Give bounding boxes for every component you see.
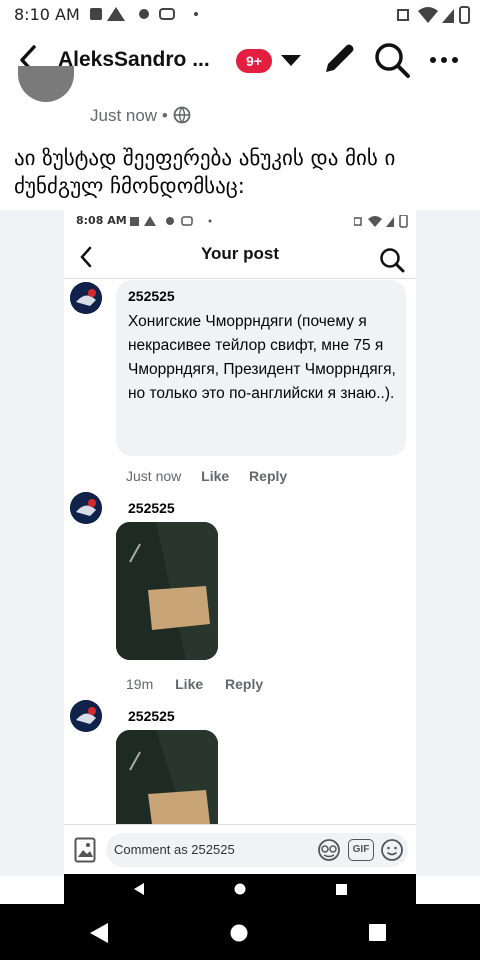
notification-icons	[90, 7, 198, 21]
embedded-status-bar: 8:08 AM	[64, 210, 416, 234]
comment-input: Comment as 252525 GIF	[106, 833, 408, 867]
embedded-nav-icons	[134, 883, 347, 895]
nav-back-icon[interactable]	[88, 922, 110, 944]
status-time: 8:10 AM	[14, 5, 80, 24]
post-time: Just now	[90, 106, 158, 125]
caret-down-icon[interactable]	[280, 52, 302, 68]
comment-actions: 19m Like Reply	[126, 676, 263, 692]
comment-placeholder: Comment as 252525	[114, 842, 235, 857]
embedded-system-icons	[354, 215, 408, 228]
commenter-avatar	[70, 700, 102, 732]
comment-author: 252525	[128, 288, 175, 304]
page-title[interactable]: AleksSandro ...	[58, 48, 210, 72]
commenter-avatar	[70, 492, 102, 524]
post-caption: აი ზუსტად შეეფერება ანუკის და მის ი ძუნძ…	[14, 146, 396, 198]
post-meta: Just now •	[90, 106, 191, 126]
comment-bubble: 252525 Хонигские Чморрндяги (почему я не…	[116, 280, 406, 456]
emoji-icon	[381, 839, 403, 861]
nav-recents-icon[interactable]	[368, 923, 388, 943]
system-status-icons	[397, 6, 470, 24]
embedded-header: Your post	[64, 234, 416, 279]
comment-time: 19m	[126, 676, 154, 692]
embedded-screen: 8:08 AM Your post 252525 Хонигские Чморр…	[64, 210, 416, 876]
status-bar: 8:10 AM	[0, 0, 480, 30]
avatar-sticker-icon	[318, 839, 340, 861]
reply-link: Reply	[249, 468, 288, 484]
notification-badge[interactable]: 9+	[236, 49, 272, 73]
system-nav-bar	[0, 904, 480, 960]
photo-icon	[74, 837, 96, 863]
comment-actions: Just now Like Reply	[126, 468, 287, 484]
embedded-status-time: 8:08 AM	[76, 214, 127, 227]
reply-link: Reply	[225, 676, 264, 692]
comment-text: Хонигские Чморрндяги (почему я некрасиве…	[128, 313, 396, 402]
pencil-icon[interactable]	[320, 40, 358, 78]
like-link: Like	[175, 676, 204, 692]
comment-author: 252525	[128, 708, 175, 724]
more-dots-icon[interactable]	[428, 50, 460, 70]
embedded-search-icon	[380, 248, 405, 273]
comment-photo	[116, 522, 218, 660]
separator-dot: •	[161, 106, 173, 125]
embedded-notification-icons	[130, 216, 212, 226]
post-image[interactable]: 8:08 AM Your post 252525 Хонигские Чморр…	[0, 210, 480, 876]
comment-composer: Comment as 252525 GIF	[64, 824, 416, 876]
comment-photo	[116, 730, 218, 824]
nav-home-icon[interactable]	[228, 922, 250, 944]
like-link: Like	[201, 468, 230, 484]
embedded-nav-bar	[64, 874, 416, 904]
author-avatar[interactable]	[18, 66, 74, 102]
comment-author: 252525	[128, 500, 175, 516]
embedded-title: Your post	[200, 244, 280, 263]
globe-icon	[173, 106, 190, 124]
commenter-avatar	[70, 282, 102, 314]
comment-time: Just now	[126, 468, 182, 484]
search-icon[interactable]	[372, 40, 412, 80]
gif-icon: GIF	[348, 839, 374, 861]
